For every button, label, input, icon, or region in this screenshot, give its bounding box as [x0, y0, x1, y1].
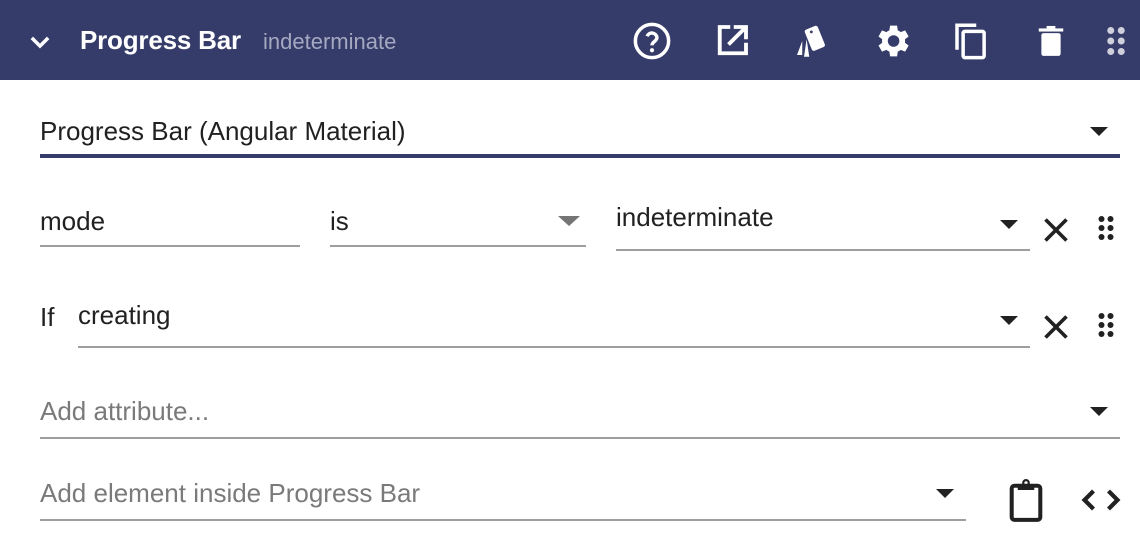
attribute-value-value: indeterminate	[616, 202, 774, 232]
select-underline	[330, 245, 586, 247]
component-header: Progress Bar indeterminate	[0, 0, 1140, 80]
settings-gear-icon[interactable]	[871, 20, 913, 62]
add-attribute-select[interactable]: Add attribute...	[40, 392, 1120, 440]
style-swatch-icon[interactable]	[790, 20, 832, 62]
dropdown-caret-icon	[1000, 316, 1018, 325]
attribute-operator-select[interactable]: is	[330, 200, 586, 248]
dropdown-caret-icon	[1090, 127, 1108, 136]
dropdown-caret-icon	[1090, 407, 1108, 416]
select-underline	[40, 154, 1120, 158]
attribute-name-value: mode	[40, 206, 106, 236]
attribute-name-input[interactable]: mode	[40, 200, 300, 248]
select-underline	[78, 346, 1030, 348]
condition-if-label: If	[40, 302, 55, 332]
component-title: Progress Bar	[80, 25, 241, 55]
remove-attribute-close-icon[interactable]	[1038, 212, 1074, 248]
remove-condition-close-icon[interactable]	[1038, 309, 1074, 345]
dropdown-caret-icon	[936, 489, 954, 498]
delete-trash-icon[interactable]	[1030, 20, 1072, 62]
code-view-icon[interactable]	[1080, 482, 1122, 518]
component-type-value: Progress Bar (Angular Material)	[40, 116, 406, 146]
attribute-drag-handle-icon[interactable]	[1088, 210, 1124, 246]
dropdown-caret-icon	[1000, 220, 1018, 229]
select-underline	[40, 519, 966, 521]
chevron-down-icon[interactable]	[26, 28, 54, 56]
select-underline	[616, 249, 1030, 251]
condition-value: creating	[78, 300, 171, 330]
add-element-select[interactable]: Add element inside Progress Bar	[40, 474, 966, 522]
open-in-new-icon[interactable]	[711, 20, 753, 62]
add-attribute-placeholder: Add attribute...	[40, 396, 210, 426]
copy-icon[interactable]	[950, 20, 992, 62]
drag-handle-icon[interactable]	[1095, 20, 1137, 62]
attribute-operator-value: is	[330, 206, 349, 236]
add-element-placeholder: Add element inside Progress Bar	[40, 478, 421, 508]
component-subtitle: indeterminate	[263, 29, 397, 54]
input-underline	[40, 245, 300, 247]
component-type-select[interactable]: Progress Bar (Angular Material)	[40, 110, 1120, 162]
help-icon[interactable]	[631, 20, 673, 62]
select-underline	[40, 437, 1120, 439]
paste-clipboard-icon[interactable]	[1004, 478, 1048, 524]
condition-select[interactable]: creating	[78, 294, 1030, 350]
dropdown-caret-icon	[558, 216, 580, 226]
attribute-value-select[interactable]: indeterminate	[616, 196, 1030, 252]
condition-drag-handle-icon[interactable]	[1088, 307, 1124, 343]
